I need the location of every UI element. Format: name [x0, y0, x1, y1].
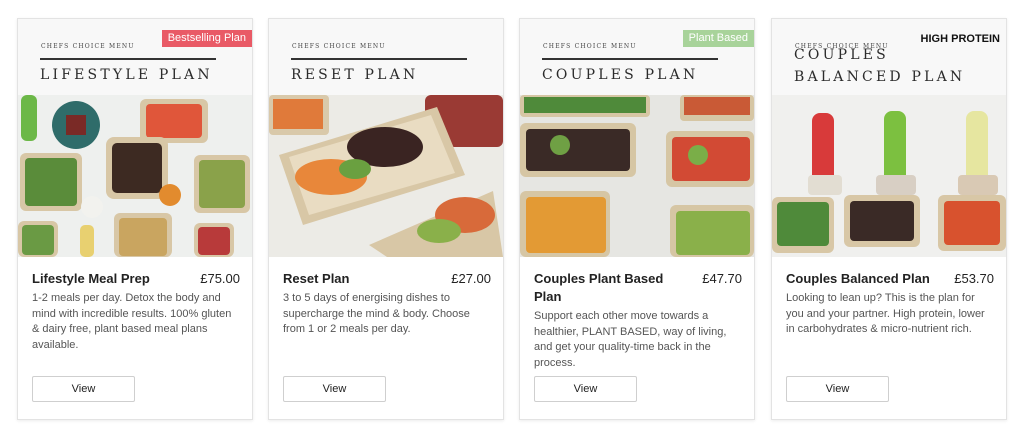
plan-info: Lifestyle Meal Prep £75.00 1-2 meals per…	[32, 270, 240, 353]
menu-title: LIFESTYLE PLAN	[40, 67, 213, 83]
meal-plan-grid: Chefs Choice Menu LIFESTYLE PLAN Bestsel…	[0, 0, 1024, 441]
plan-name: Reset Plan	[283, 271, 350, 286]
plan-description: 1-2 meals per day. Detox the body and mi…	[32, 292, 232, 351]
plan-price: £47.70	[702, 271, 742, 286]
view-button[interactable]: View	[534, 376, 637, 402]
plan-info: Couples Plant Based Plan £47.70 Support …	[534, 270, 742, 371]
menu-eyebrow: Chefs Choice Menu	[41, 43, 135, 50]
meal-photo[interactable]	[18, 95, 252, 257]
menu-title: COUPLES BALANCED PLAN	[794, 47, 966, 85]
view-button[interactable]: View	[32, 376, 135, 402]
menu-header: Chefs Choice Menu LIFESTYLE PLAN Bestsel…	[18, 19, 252, 95]
menu-eyebrow: Chefs Choice Menu	[543, 43, 637, 50]
view-button[interactable]: View	[283, 376, 386, 402]
plan-price: £75.00	[200, 271, 240, 286]
plan-card-reset[interactable]: Chefs Choice Menu RESET PLAN R	[268, 18, 504, 420]
plan-name: Couples Balanced Plan	[786, 271, 930, 286]
plant-based-badge: Plant Based	[682, 30, 754, 47]
plan-description: 3 to 5 days of energising dishes to supe…	[283, 292, 470, 335]
plan-name: Lifestyle Meal Prep	[32, 271, 150, 286]
plan-price: £27.00	[451, 271, 491, 286]
menu-divider	[542, 58, 718, 60]
plan-description: Support each other move towards a health…	[534, 310, 727, 369]
plan-card-couples-plant-based[interactable]: Chefs Choice Menu COUPLES PLAN Plant Bas…	[519, 18, 755, 420]
menu-title: RESET PLAN	[291, 67, 419, 83]
plan-card-couples-balanced[interactable]: Chefs Choice Menu COUPLES BALANCED PLAN …	[771, 18, 1007, 420]
menu-divider	[291, 58, 467, 60]
plan-name: Couples Plant Based Plan	[534, 271, 664, 304]
plan-price: £53.70	[954, 271, 994, 286]
plan-card-lifestyle[interactable]: Chefs Choice Menu LIFESTYLE PLAN Bestsel…	[17, 18, 253, 420]
menu-divider	[40, 58, 216, 60]
meal-photo[interactable]	[269, 95, 503, 257]
view-button[interactable]: View	[786, 376, 889, 402]
high-protein-badge: HIGH PROTEIN	[920, 33, 1000, 45]
menu-title: COUPLES PLAN	[542, 67, 699, 83]
plan-info: Couples Balanced Plan £53.70 Looking to …	[786, 270, 994, 338]
menu-header: Chefs Choice Menu COUPLES PLAN Plant Bas…	[520, 19, 754, 95]
plan-description: Looking to lean up? This is the plan for…	[786, 292, 985, 335]
meal-photo[interactable]	[520, 95, 754, 257]
menu-eyebrow: Chefs Choice Menu	[292, 43, 386, 50]
meal-photo[interactable]	[772, 95, 1006, 257]
bestselling-badge: Bestselling Plan	[161, 30, 252, 47]
menu-header: Chefs Choice Menu COUPLES BALANCED PLAN …	[772, 19, 1006, 95]
menu-header: Chefs Choice Menu RESET PLAN	[269, 19, 503, 95]
plan-info: Reset Plan £27.00 3 to 5 days of energis…	[283, 270, 491, 338]
